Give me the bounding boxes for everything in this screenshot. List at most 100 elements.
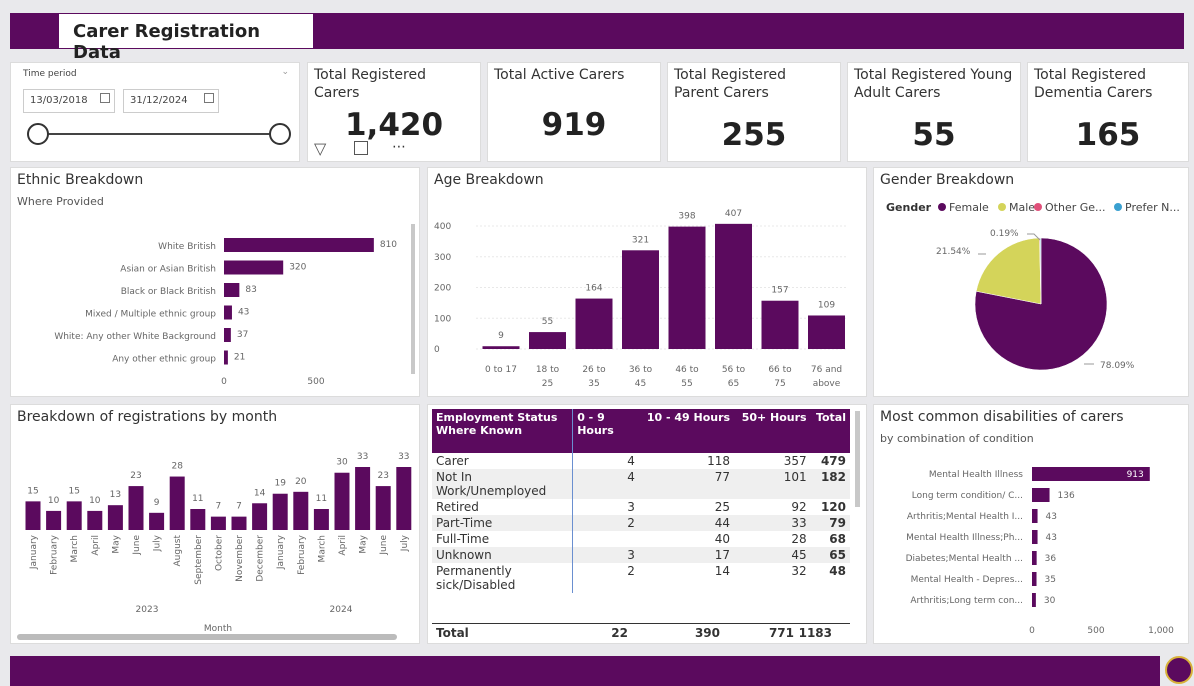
bar-label: Mental Health Illness [929, 470, 1023, 480]
tick-label: 75 [774, 379, 785, 389]
data-label: 35 [1045, 575, 1056, 585]
data-label: 55 [542, 317, 553, 327]
tick-label: February [297, 534, 307, 575]
bar-label: White: Any other White Background [54, 332, 216, 342]
monthly-card: Breakdown of registrations by month 15 Ja… [10, 404, 420, 644]
legend-label: Prefer N... [1125, 201, 1180, 214]
bar-label: Arthritis;Long term con... [910, 596, 1023, 606]
table-row[interactable]: Carer 4 118 357 479 [432, 453, 850, 469]
tick-label: March [70, 535, 80, 562]
table-cell: 2 [572, 563, 639, 593]
column-header[interactable]: 0 - 9 Hours [572, 409, 639, 453]
bar [149, 512, 165, 530]
data-label: 43 [1046, 533, 1057, 543]
legend-label: Male [1009, 201, 1035, 214]
kpi-total-registered-carers: Total Registered Carers 1,420 ▽ ⋯ [307, 62, 481, 162]
table-row[interactable]: Retired 3 25 92 120 [432, 499, 850, 515]
table-row[interactable]: Permanently sick/Disabled 2 14 32 48 [432, 563, 850, 593]
bar [334, 472, 350, 530]
bar [25, 501, 41, 530]
end-date-input[interactable]: 31/12/2024 [123, 89, 219, 113]
legend-label: Other Ge... [1045, 201, 1106, 214]
tick-label: June [379, 535, 389, 556]
calendar-icon[interactable] [100, 93, 110, 103]
total-cell: 390 [694, 626, 720, 640]
bar [66, 501, 82, 530]
tick-label: 0 to 17 [485, 365, 517, 375]
year-label: 2023 [136, 605, 159, 615]
tick-label: 55 [681, 379, 692, 389]
time-period-slicer[interactable]: Time period ⌄ 13/03/2018 31/12/2024 [10, 62, 300, 162]
data-label: 19 [274, 479, 286, 489]
bar-label: Diabetes;Mental Health ... [906, 554, 1023, 564]
tick-label: July [400, 534, 410, 552]
tick-label: April [338, 535, 348, 556]
table-cell: 68 [829, 532, 846, 546]
header-title-box: Carer Registration Data [58, 13, 314, 63]
bar [231, 516, 247, 530]
tick-label: May [111, 534, 121, 553]
tick-label: 300 [434, 253, 451, 263]
data-label: 20 [295, 477, 307, 487]
table-total-row: Total 22 390 771 1183 [432, 623, 850, 641]
data-label: 157 [771, 286, 788, 296]
slider-track[interactable] [37, 133, 283, 135]
table-cell: Full-Time [436, 532, 490, 546]
horizontal-scrollbar[interactable] [17, 634, 397, 640]
data-label: 11 [316, 494, 327, 504]
bar [1032, 593, 1036, 607]
bar [224, 305, 232, 320]
table-row[interactable]: Unknown 3 17 45 65 [432, 547, 850, 563]
org-logo [1165, 656, 1193, 684]
table-cell: 77 [714, 470, 731, 484]
start-date-input[interactable]: 13/03/2018 [23, 89, 115, 113]
data-label: 913 [1127, 470, 1144, 480]
kpi-parent-carers: Total Registered Parent Carers 255 [667, 62, 841, 162]
slicer-label: Time period [23, 69, 77, 79]
bar [224, 238, 374, 252]
bar [808, 315, 845, 349]
bar [107, 505, 123, 530]
bar-label: Long term condition/ C... [912, 491, 1023, 501]
total-cell: 22 [611, 626, 628, 640]
year-label: 2024 [330, 605, 353, 615]
data-label: 78.09% [1100, 361, 1135, 371]
table-cell [572, 531, 639, 547]
column-header[interactable]: 50+ Hours [734, 409, 811, 453]
data-label: 83 [245, 285, 256, 295]
table-row[interactable]: Full-Time 40 28 68 [432, 531, 850, 547]
filter-icon[interactable]: ▽ [314, 139, 327, 158]
bar [293, 491, 309, 530]
table-scrollbar[interactable] [855, 411, 860, 507]
data-label: 33 [398, 452, 409, 462]
data-label: 407 [725, 209, 742, 219]
data-label: 21.54% [936, 247, 971, 257]
kpi-total-active-carers: Total Active Carers 919 [487, 62, 661, 162]
more-options-icon[interactable]: ⋯ [390, 139, 408, 155]
data-label: 14 [254, 488, 266, 498]
bar [210, 516, 226, 530]
employment-table-card: Employment Status Where Known 0 - 9 Hours… [427, 404, 867, 644]
bar [1032, 572, 1037, 586]
tick-label: February [50, 534, 60, 575]
slider-start-handle[interactable] [27, 123, 49, 145]
bar [1032, 509, 1038, 523]
slider-end-handle[interactable] [269, 123, 291, 145]
employment-table: Employment Status Where Known 0 - 9 Hours… [432, 409, 850, 593]
column-header[interactable]: 10 - 49 Hours [638, 409, 735, 453]
table-cell: Retired [436, 500, 479, 514]
focus-mode-icon[interactable] [354, 141, 368, 155]
table-row[interactable]: Part-Time 2 44 33 79 [432, 515, 850, 531]
tick-label: October [214, 535, 224, 571]
bar [224, 328, 231, 342]
bar [252, 503, 268, 530]
data-label: 0.19% [990, 229, 1019, 239]
legend-marker [1034, 203, 1042, 211]
chevron-down-icon[interactable]: ⌄ [281, 67, 289, 77]
table-row[interactable]: Not In Work/Unemployed 4 77 101 182 [432, 469, 850, 499]
table-cell: 2 [572, 515, 639, 531]
calendar-icon[interactable] [204, 93, 214, 103]
column-header[interactable]: Total [810, 409, 850, 453]
total-cell: Total [436, 626, 469, 640]
column-header[interactable]: Employment Status Where Known [432, 409, 573, 453]
